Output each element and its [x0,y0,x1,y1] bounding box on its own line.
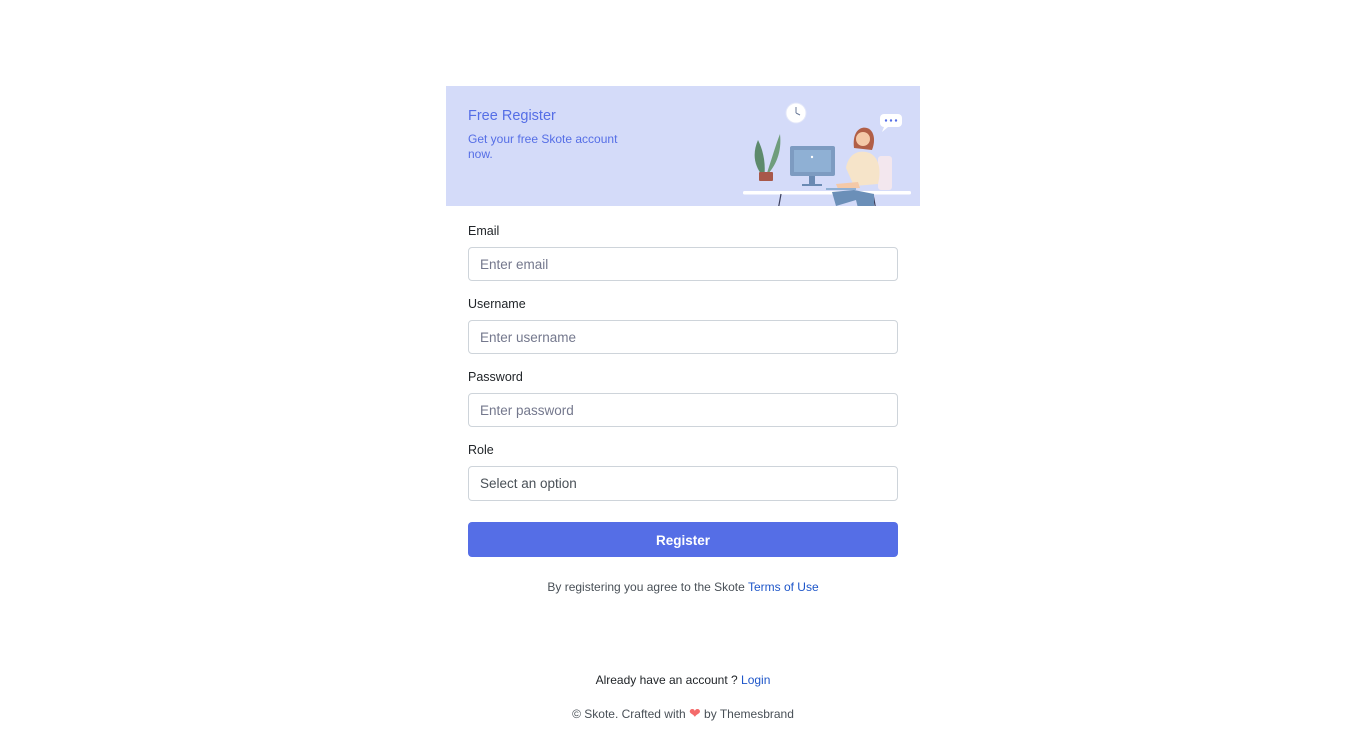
banner-title: Free Register [468,108,556,124]
banner-subtitle: Get your free Skote account now. [468,132,618,161]
login-prompt: Already have an account ? Login [0,673,1366,687]
role-select-value: Select an option [480,476,577,491]
role-select[interactable]: Select an option [468,466,898,501]
banner-text: Free Register Get your free Skote accoun… [468,108,638,162]
register-banner: Free Register Get your free Skote accoun… [446,86,920,206]
password-group: Password [468,370,898,427]
username-input[interactable] [468,320,898,354]
email-label: Email [468,224,500,238]
heart-icon: ❤ [688,705,701,721]
username-label: Username [468,297,526,311]
username-group: Username [468,297,898,354]
role-label: Role [468,443,494,457]
copyright-suffix: by Themesbrand [700,707,794,721]
terms-of-use-link[interactable]: Terms of Use [748,580,819,594]
role-group: Role Select an option [468,443,898,501]
terms-prefix: By registering you agree to the Skote [547,580,748,594]
email-input[interactable] [468,247,898,281]
register-button[interactable]: Register [468,522,898,557]
email-group: Email [468,224,898,281]
copyright: © Skote. Crafted with ❤ by Themesbrand [0,705,1366,722]
login-link[interactable]: Login [741,673,770,687]
password-input[interactable] [468,393,898,427]
register-form: Email Username Password Role Select an o… [446,206,920,594]
profile-illustration [743,102,911,206]
login-prompt-text: Already have an account ? [595,673,742,687]
password-label: Password [468,370,523,384]
register-card: Free Register Get your free Skote accoun… [446,86,920,594]
copyright-prefix: © Skote. Crafted with [572,707,689,721]
terms-text: By registering you agree to the Skote Te… [468,580,898,594]
